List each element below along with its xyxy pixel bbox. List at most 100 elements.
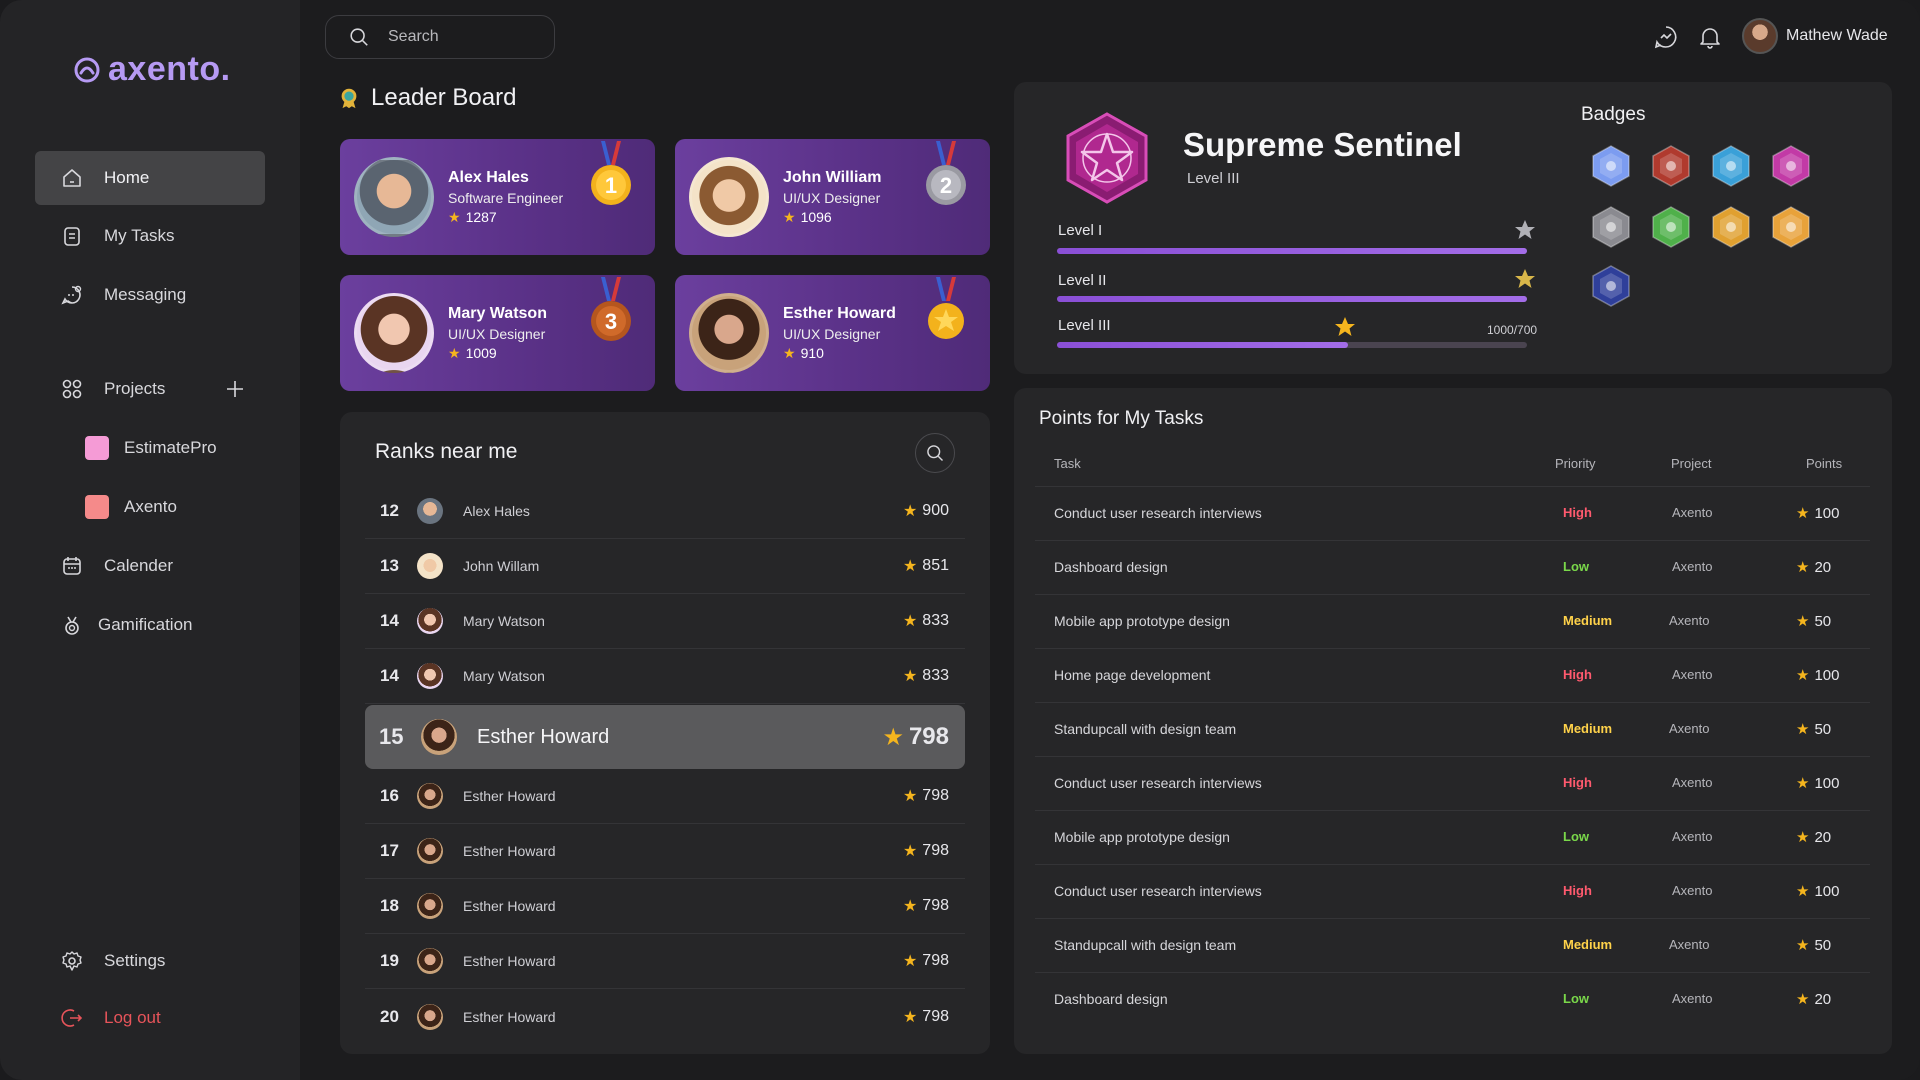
star-icon: ★ <box>902 1008 918 1026</box>
add-project-button[interactable] <box>222 376 248 402</box>
rank-points: 900 <box>922 502 949 519</box>
leader-card[interactable]: Mary Watson UI/UX Designer ★ 1009 3 <box>340 275 655 391</box>
table-row[interactable]: Standupcall with design team Medium Axento… <box>1035 702 1870 756</box>
task-name: Standupcall with design team <box>1054 721 1237 737</box>
search-input[interactable] <box>388 28 518 46</box>
rank-name: Esther Howard <box>463 953 556 969</box>
level-label: Level I <box>1058 222 1103 239</box>
sidebar-item-home[interactable]: Home <box>35 151 265 205</box>
task-name: Mobile app prototype design <box>1054 829 1230 845</box>
rank-row[interactable]: 14 Mary Watson ★ 833 <box>365 594 965 649</box>
titan-badge-icon[interactable] <box>1709 144 1753 188</box>
rank-points: 833 <box>922 667 949 684</box>
avatar <box>417 948 443 974</box>
leaderboard-title-text: Leader Board <box>371 84 517 111</box>
leader-card[interactable]: John William UI/UX Designer ★ 1096 2 <box>675 139 990 255</box>
logo-icon <box>74 57 100 82</box>
avatar <box>354 293 434 373</box>
settings-button[interactable]: Settings <box>35 934 265 988</box>
task-points: 100 <box>1814 774 1840 792</box>
leader-card[interactable]: Alex Hales Software Engineer ★ 1287 1 <box>340 139 655 255</box>
rank-name: Esther Howard <box>463 843 556 859</box>
task-points: 50 <box>1814 936 1832 954</box>
shield-badge-icon[interactable] <box>1589 144 1633 188</box>
messaging-icon <box>61 285 82 305</box>
avatar <box>421 719 457 755</box>
task-points: 100 <box>1814 882 1840 900</box>
star-icon: ★ <box>902 558 918 575</box>
sidebar-item-label: Gamification <box>98 615 193 634</box>
rank-name: John Willam <box>463 558 540 574</box>
logout-button[interactable]: Log out <box>35 991 265 1045</box>
supreme-sentinel-badge-icon <box>1066 112 1148 204</box>
column-header-priority: Priority <box>1555 456 1596 471</box>
grey-badge-icon[interactable] <box>1589 205 1633 249</box>
sidebar-item-calender[interactable]: Calender <box>35 539 265 593</box>
rank-row[interactable]: 12 Alex Hales ★ 900 <box>365 484 965 539</box>
priority-badge: High <box>1563 505 1592 520</box>
pyramid-badge-icon[interactable] <box>1769 205 1813 249</box>
flame-badge-icon[interactable] <box>1649 144 1693 188</box>
sidebar-item-label: My Tasks <box>104 226 175 245</box>
table-row[interactable]: Conduct user research interviews High Axen… <box>1035 864 1870 918</box>
rank-name: Esther Howard <box>463 898 556 914</box>
gold-badge-icon[interactable] <box>1709 205 1753 249</box>
rank-row[interactable]: 19 Esther Howard ★ 798 <box>365 934 965 989</box>
rank-points: 833 <box>922 612 949 629</box>
leader-points: 1287 <box>465 209 497 225</box>
task-name: Conduct user research interviews <box>1054 775 1262 791</box>
chat-icon[interactable] <box>1653 24 1679 50</box>
leader-card[interactable]: Esther Howard UI/UX Designer ★ 910 <box>675 275 990 391</box>
sidebar-item-axento[interactable]: Axento <box>35 480 265 534</box>
level-label: Level III <box>1058 317 1111 334</box>
rank-number: 17 <box>380 841 399 860</box>
bell-icon[interactable] <box>1697 24 1723 50</box>
user-profile[interactable]: Mathew Wade <box>1742 18 1888 54</box>
search-icon <box>350 28 368 46</box>
app-logo[interactable]: axento. <box>72 50 231 89</box>
sidebar-item-my-tasks[interactable]: My Tasks <box>35 209 265 263</box>
achievement-level: Level III <box>1187 170 1240 187</box>
sentinel-badge-icon[interactable] <box>1769 144 1813 188</box>
star-icon: ★ <box>783 208 796 225</box>
sidebar-item-estimatepro[interactable]: EstimatePro <box>35 421 265 475</box>
rank-row[interactable]: 17 Esther Howard ★ 798 <box>365 824 965 879</box>
rank-row[interactable]: 20 Esther Howard ★ 798 <box>365 989 965 1044</box>
task-name: Mobile app prototype design <box>1054 613 1230 629</box>
table-row[interactable]: Mobile app prototype design Low Axento ★ 20 <box>1035 810 1870 864</box>
rank-points: 798 <box>922 842 949 859</box>
task-name: Conduct user research interviews <box>1054 505 1262 521</box>
lotus-badge-icon[interactable] <box>1649 205 1693 249</box>
rank-row[interactable]: 16 Esther Howard ★ 798 <box>365 769 965 824</box>
rank-row[interactable]: 14 Mary Watson ★ 833 <box>365 649 965 704</box>
rank-row[interactable]: 18 Esther Howard ★ 798 <box>365 879 965 934</box>
sidebar-item-gamification[interactable]: Gamification <box>35 598 265 652</box>
leader-role: UI/UX Designer <box>783 189 881 206</box>
medal-rank: 1 <box>605 173 617 198</box>
search-bar[interactable] <box>325 15 555 59</box>
rank-row-current-user[interactable]: 15 Esther Howard ★ 798 <box>365 705 965 769</box>
project-name: Axento <box>1669 721 1710 736</box>
sidebar-item-messaging[interactable]: Messaging <box>35 268 265 322</box>
project-name: Axento <box>1669 613 1710 628</box>
medal-rank: 3 <box>605 309 617 334</box>
rank-row[interactable]: 13 John Willam ★ 851 <box>365 539 965 594</box>
expert-badge-icon[interactable] <box>1589 264 1633 308</box>
ranks-search-button[interactable] <box>915 433 955 473</box>
logout-label: Log out <box>104 1008 161 1027</box>
sidebar-item-label: EstimatePro <box>124 438 217 457</box>
table-row[interactable]: Conduct user research interviews High Axen… <box>1035 756 1870 810</box>
avatar <box>689 157 769 237</box>
avatar <box>417 1003 443 1030</box>
table-row[interactable]: Conduct user research interviews High Axen… <box>1035 486 1870 540</box>
table-row[interactable]: Home page development High Axento ★ 100 <box>1035 648 1870 702</box>
rank-number: 19 <box>380 951 399 970</box>
project-name: Axento <box>1672 775 1713 790</box>
table-row[interactable]: Standupcall with design team Medium Axento… <box>1035 918 1870 972</box>
award-icon <box>341 88 357 109</box>
table-row[interactable]: Mobile app prototype design Medium Axento ★… <box>1035 594 1870 648</box>
leader-points: 1096 <box>800 209 832 225</box>
table-row[interactable]: Dashboard design Low Axento ★ 20 <box>1035 972 1870 1026</box>
star-icon: ★ <box>1796 559 1810 576</box>
table-row[interactable]: Dashboard design Low Axento ★ 20 <box>1035 540 1870 594</box>
